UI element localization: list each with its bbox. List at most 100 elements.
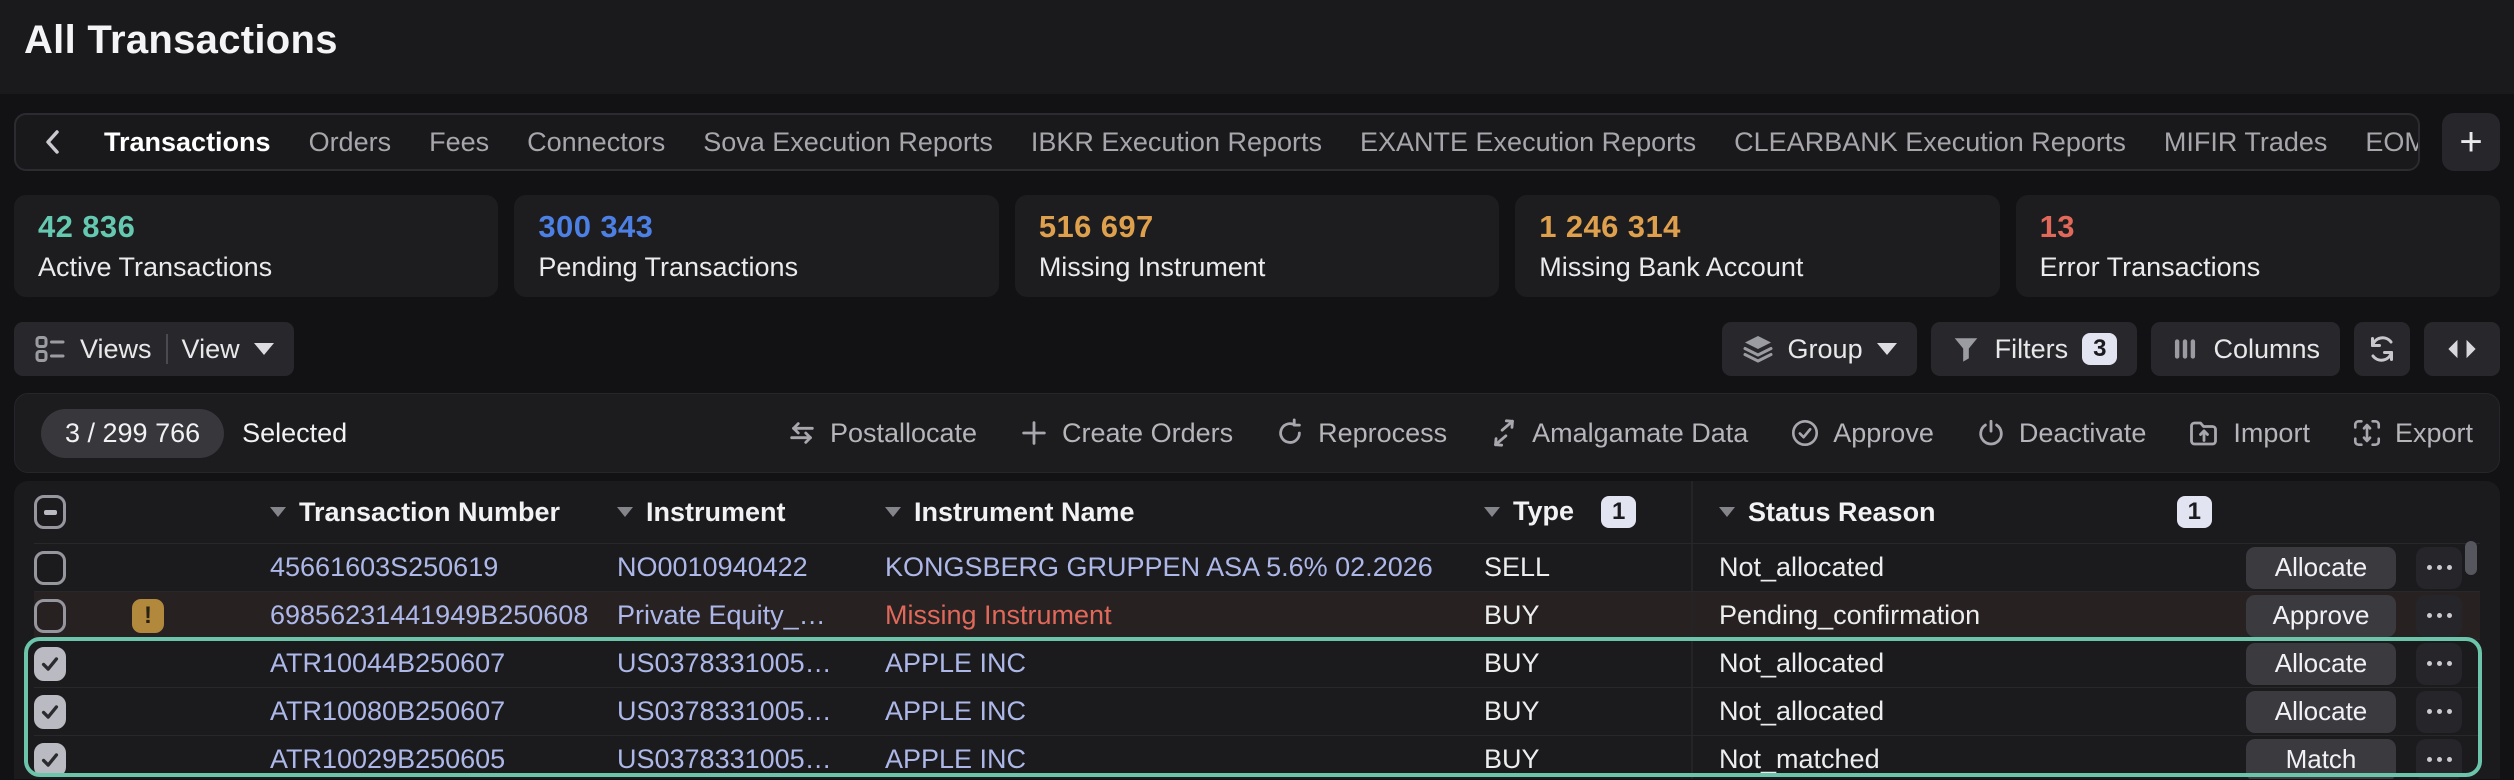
chevron-left-right-icon xyxy=(2442,335,2482,363)
collapse-panel-button[interactable] xyxy=(2424,322,2500,376)
refresh-button[interactable] xyxy=(2354,322,2410,376)
group-button[interactable]: Group xyxy=(1722,322,1917,376)
column-menu-icon[interactable] xyxy=(1719,507,1735,517)
tabs-scroll-left-icon[interactable] xyxy=(40,127,66,157)
row-menu-button[interactable] xyxy=(2416,691,2462,733)
tab-mifir-trades[interactable]: MIFIR Trades xyxy=(2164,127,2328,158)
check-icon xyxy=(39,653,61,675)
row-menu-button[interactable] xyxy=(2416,547,2462,589)
deactivate-button[interactable]: Deactivate xyxy=(1976,418,2147,449)
transaction-number-link[interactable]: 45661603S250619 xyxy=(270,552,498,583)
stat-label: Missing Bank Account xyxy=(1539,252,1975,283)
column-label: Type xyxy=(1513,496,1574,527)
instrument-link[interactable]: US0378331005… xyxy=(617,744,832,775)
amalgamate-data-label: Amalgamate Data xyxy=(1532,418,1748,449)
column-header-instrument-name[interactable]: Instrument Name xyxy=(885,497,1484,528)
table-row[interactable]: ATR10044B250607 US0378331005… APPLE INC … xyxy=(34,639,2480,687)
stat-label: Error Transactions xyxy=(2040,252,2476,283)
row-checkbox[interactable] xyxy=(34,551,66,585)
table-row[interactable]: ! 69856231441949B250608 Private Equity_…… xyxy=(34,591,2480,639)
row-checkbox[interactable] xyxy=(34,743,66,777)
export-button[interactable]: Export xyxy=(2352,418,2473,449)
column-menu-icon[interactable] xyxy=(885,507,901,517)
layers-icon xyxy=(1742,333,1774,365)
column-header-status-reason[interactable]: Status Reason 1 xyxy=(1691,481,2240,543)
instrument-link[interactable]: NO0010940422 xyxy=(617,552,808,583)
selection-action-bar: 3 / 299 766 Selected Postallocate xyxy=(14,393,2500,473)
tab-ibkr-execution-reports[interactable]: IBKR Execution Reports xyxy=(1031,127,1322,158)
table-row[interactable]: ATR10080B250607 US0378331005… APPLE INC … xyxy=(34,687,2480,735)
tab-orders[interactable]: Orders xyxy=(309,127,392,158)
vertical-scrollbar-thumb[interactable] xyxy=(2465,541,2477,575)
stat-label: Active Transactions xyxy=(38,252,474,283)
status-reason-value: Not_allocated xyxy=(1719,648,1884,679)
approve-row-button[interactable]: Approve xyxy=(2246,595,2396,637)
ellipsis-icon xyxy=(2427,757,2432,762)
select-all-checkbox[interactable] xyxy=(34,495,66,529)
tab-exante-execution-reports[interactable]: EXANTE Execution Reports xyxy=(1360,127,1696,158)
approve-button[interactable]: Approve xyxy=(1790,418,1934,449)
instrument-link[interactable]: Private Equity_… xyxy=(617,600,826,631)
type-filter-count-badge: 1 xyxy=(1601,496,1636,528)
toolbar: Views View Group xyxy=(14,321,2500,377)
row-menu-button[interactable] xyxy=(2416,595,2462,637)
tab-sova-execution-reports[interactable]: Sova Execution Reports xyxy=(703,127,993,158)
column-menu-icon[interactable] xyxy=(617,507,633,517)
tab-clearbank-execution-reports[interactable]: CLEARBANK Execution Reports xyxy=(1734,127,2126,158)
instrument-link[interactable]: US0378331005… xyxy=(617,696,832,727)
tab-transactions[interactable]: Transactions xyxy=(104,127,271,158)
instrument-name-link[interactable]: APPLE INC xyxy=(885,696,1026,727)
group-label: Group xyxy=(1788,334,1863,365)
table-row[interactable]: 45661603S250619 NO0010940422 KONGSBERG G… xyxy=(34,543,2480,591)
allocate-button[interactable]: Allocate xyxy=(2246,547,2396,589)
allocate-button[interactable]: Allocate xyxy=(2246,691,2396,733)
status-filter-count-badge: 1 xyxy=(2177,496,2212,528)
stat-card-error-transactions[interactable]: 13 Error Transactions xyxy=(2016,195,2500,297)
tab-eoms[interactable]: EOMS C xyxy=(2365,127,2420,158)
views-list-icon xyxy=(34,333,66,365)
table-row[interactable]: ATR10029B250605 US0378331005… APPLE INC … xyxy=(34,735,2480,779)
row-menu-button[interactable] xyxy=(2416,643,2462,685)
postallocate-button[interactable]: Postallocate xyxy=(787,418,977,449)
stat-card-missing-instrument[interactable]: 516 697 Missing Instrument xyxy=(1015,195,1499,297)
create-orders-button[interactable]: Create Orders xyxy=(1019,418,1233,449)
instrument-name-link[interactable]: APPLE INC xyxy=(885,744,1026,775)
stat-card-missing-bank-account[interactable]: 1 246 314 Missing Bank Account xyxy=(1515,195,1999,297)
instrument-name-link[interactable]: APPLE INC xyxy=(885,648,1026,679)
instrument-name-link[interactable]: KONGSBERG GRUPPEN ASA 5.6% 02.2026 xyxy=(885,552,1433,583)
allocate-button[interactable]: Allocate xyxy=(2246,643,2396,685)
transaction-number-link[interactable]: ATR10044B250607 xyxy=(270,648,505,679)
tab-fees[interactable]: Fees xyxy=(429,127,489,158)
column-menu-icon[interactable] xyxy=(1484,507,1500,517)
transaction-number-link[interactable]: 69856231441949B250608 xyxy=(270,600,588,631)
selection-count-badge: 3 / 299 766 xyxy=(41,409,224,458)
filters-button[interactable]: Filters 3 xyxy=(1931,322,2138,376)
column-menu-icon[interactable] xyxy=(270,507,286,517)
row-menu-button[interactable] xyxy=(2416,739,2462,780)
warning-icon[interactable]: ! xyxy=(132,599,164,633)
column-header-transaction-number[interactable]: Transaction Number xyxy=(234,497,617,528)
transaction-number-link[interactable]: ATR10080B250607 xyxy=(270,696,505,727)
transaction-number-link[interactable]: ATR10029B250605 xyxy=(270,744,505,775)
stat-card-active-transactions[interactable]: 42 836 Active Transactions xyxy=(14,195,498,297)
reprocess-button[interactable]: Reprocess xyxy=(1275,418,1447,449)
match-button[interactable]: Match xyxy=(2246,739,2396,780)
page-title: All Transactions xyxy=(0,0,2514,63)
column-header-instrument[interactable]: Instrument xyxy=(617,497,885,528)
stat-card-pending-transactions[interactable]: 300 343 Pending Transactions xyxy=(514,195,998,297)
transactions-table: Transaction Number Instrument Instrument… xyxy=(14,481,2500,779)
import-button[interactable]: Import xyxy=(2188,417,2310,449)
amalgamate-data-button[interactable]: Amalgamate Data xyxy=(1489,418,1748,449)
row-checkbox[interactable] xyxy=(34,599,66,633)
divider xyxy=(166,334,168,364)
row-checkbox[interactable] xyxy=(34,695,66,729)
tab-connectors[interactable]: Connectors xyxy=(527,127,665,158)
reprocess-icon xyxy=(1275,418,1305,448)
row-checkbox[interactable] xyxy=(34,647,66,681)
type-value: BUY xyxy=(1484,648,1540,679)
columns-button[interactable]: Columns xyxy=(2151,322,2340,376)
column-header-type[interactable]: Type 1 xyxy=(1484,496,1691,528)
views-button[interactable]: Views View xyxy=(14,322,294,376)
add-tab-button[interactable]: + xyxy=(2442,113,2500,171)
instrument-link[interactable]: US0378331005… xyxy=(617,648,832,679)
